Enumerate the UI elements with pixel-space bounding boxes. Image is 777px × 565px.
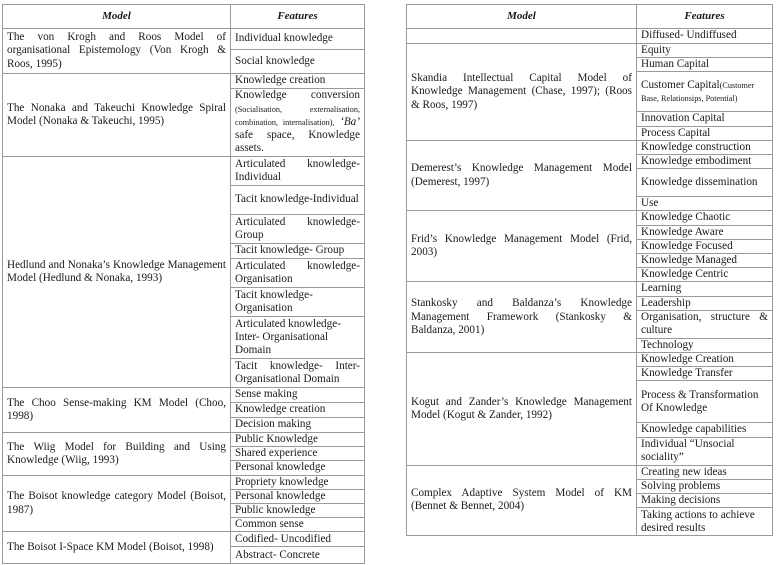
feature-cell: Learning: [636, 281, 773, 297]
feature-cell: Articulated knowledge-Inter- Organisatio…: [230, 316, 365, 359]
model-cell: [406, 28, 637, 44]
feature-cell: Individual knowledge: [230, 28, 365, 50]
km-models-table-right: Model Features Diffused- Undiffused Skan…: [406, 4, 773, 537]
model-cell: Frid’s Knowledge Management Model (Frid,…: [406, 210, 637, 283]
feature-cell: Knowledge conversion (Socialisation, ext…: [230, 88, 365, 157]
model-cell: Hedlund and Nonaka’s Knowledge Managemen…: [2, 156, 231, 388]
table-row: Demerest’s Knowledge Management Model (D…: [406, 139, 773, 212]
feature-cell: Technology: [636, 337, 773, 354]
header-row: Model Features: [406, 4, 773, 29]
feature-cell: Customer Capital(Customer Base, Relation…: [636, 71, 773, 113]
feature-cell: Knowledge Focused: [636, 238, 773, 255]
feature-text: Customer Capital: [641, 78, 720, 91]
feature-cell: Process & Transformation Of Knowledge: [636, 380, 773, 424]
table-row: The von Krogh and Roos Model of organisa…: [2, 28, 365, 74]
feature-cell: Decision making: [230, 417, 365, 433]
feature-cell: Articulated knowledge-Individual: [230, 156, 365, 186]
table-row: Hedlund and Nonaka’s Knowledge Managemen…: [2, 156, 365, 388]
feature-cell: Individual “Unsocial sociality”: [636, 436, 773, 466]
feature-cell: Articulated knowledge-Organisation: [230, 258, 365, 288]
feature-cell: Solving problems: [636, 478, 773, 495]
km-models-table-left: Model Features The von Krogh and Roos Mo…: [2, 4, 365, 565]
model-cell: Demerest’s Knowledge Management Model (D…: [406, 139, 637, 212]
feature-cell: Public knowledge: [230, 503, 365, 519]
feature-text: safe space, Knowledge assets.: [235, 129, 360, 155]
feature-cell: Knowledge Transfer: [636, 366, 773, 382]
model-cell: The Boisot I-Space KM Model (Boisot, 199…: [2, 531, 231, 565]
feature-cell: Equity: [636, 42, 773, 59]
model-cell: Kogut and Zander’s Knowledge Management …: [406, 352, 637, 466]
feature-cell: Organisation, structure & culture: [636, 309, 773, 339]
feature-cell: Tacit knowledge-Individual: [230, 185, 365, 215]
feature-cell: Tacit knowledge- Group: [230, 243, 365, 259]
feature-cell: Personal knowledge: [230, 488, 365, 505]
table-row: Kogut and Zander’s Knowledge Management …: [406, 352, 773, 466]
feature-cell: Knowledge Creation: [636, 352, 773, 368]
feature-cell: Knowledge Aware: [636, 224, 773, 240]
model-cell: The Nonaka and Takeuchi Knowledge Spiral…: [2, 73, 231, 157]
model-cell: The Wiig Model for Building and Using Kn…: [2, 432, 231, 476]
feature-cell: Knowledge embodiment: [636, 154, 773, 170]
feature-cell: Tacit knowledge-Organisation: [230, 287, 365, 317]
feature-cell: Leadership: [636, 295, 773, 311]
feature-cell: Common sense: [230, 517, 365, 533]
feature-cell: Knowledge construction: [636, 139, 773, 156]
feature-cell: Creating new ideas: [636, 464, 773, 480]
feature-cell: Tacit knowledge- Inter-Organisational Do…: [230, 358, 365, 388]
table-row: The Nonaka and Takeuchi Knowledge Spiral…: [2, 73, 365, 157]
feature-cell: Knowledge capabilities: [636, 422, 773, 438]
feature-cell: Social knowledge: [230, 49, 365, 74]
feature-cell: Making decisions: [636, 493, 773, 509]
feature-cell: Abstract- Concrete: [230, 546, 365, 565]
table-row: The Boisot I-Space KM Model (Boisot, 199…: [2, 531, 365, 565]
model-cell: Complex Adaptive System Model of KM (Ben…: [406, 464, 637, 537]
feature-cell: Shared experience: [230, 446, 365, 462]
table-row: Stankosky and Baldanza’s Knowledge Manag…: [406, 281, 773, 354]
feature-cell: Knowledge creation: [230, 402, 365, 418]
table-row: Skandia Intellectual Capital Model of Kn…: [406, 42, 773, 141]
header-features: Features: [636, 4, 773, 29]
model-cell: Stankosky and Baldanza’s Knowledge Manag…: [406, 281, 637, 354]
model-cell: The von Krogh and Roos Model of organisa…: [2, 28, 231, 74]
feature-cell: Diffused- Undiffused: [636, 28, 773, 44]
table-row: Frid’s Knowledge Management Model (Frid,…: [406, 210, 773, 283]
feature-cell: Personal knowledge: [230, 460, 365, 476]
table-row: Diffused- Undiffused: [406, 28, 773, 44]
model-cell: Skandia Intellectual Capital Model of Kn…: [406, 43, 637, 141]
feature-cell: Taking actions to achieve desired result…: [636, 507, 773, 537]
header-model: Model: [406, 4, 637, 29]
feature-cell: Articulated knowledge-Group: [230, 214, 365, 244]
feature-cell: Process Capital: [636, 125, 773, 141]
header-features: Features: [230, 4, 365, 29]
feature-cell: Use: [636, 196, 773, 212]
feature-cell: Human Capital: [636, 57, 773, 73]
header-row: Model Features: [2, 4, 365, 29]
feature-text: Knowledge conversion: [235, 89, 360, 102]
table-row: The Choo Sense-making KM Model (Choo, 19…: [2, 387, 365, 433]
feature-text-italic: ‘Ba’: [340, 115, 361, 128]
feature-cell: Knowledge dissemination: [636, 168, 773, 198]
feature-cell: Propriety knowledge: [230, 474, 365, 490]
feature-cell: Codified- Uncodified: [230, 531, 365, 548]
feature-cell: Knowledge creation: [230, 73, 365, 89]
header-model: Model: [2, 4, 231, 29]
table-row: The Boisot knowledge category Model (Boi…: [2, 474, 365, 533]
model-cell: The Choo Sense-making KM Model (Choo, 19…: [2, 387, 231, 433]
feature-cell: Knowledge Chaotic: [636, 210, 773, 226]
feature-cell: Sense making: [230, 387, 365, 403]
feature-cell: Innovation Capital: [636, 111, 773, 127]
table-row: The Wiig Model for Building and Using Kn…: [2, 431, 365, 476]
feature-cell: Knowledge Centric: [636, 267, 773, 283]
table-row: Complex Adaptive System Model of KM (Ben…: [406, 464, 773, 537]
feature-cell: Knowledge Managed: [636, 253, 773, 269]
model-cell: The Boisot knowledge category Model (Boi…: [2, 474, 231, 533]
feature-cell: Public Knowledge: [230, 431, 365, 448]
